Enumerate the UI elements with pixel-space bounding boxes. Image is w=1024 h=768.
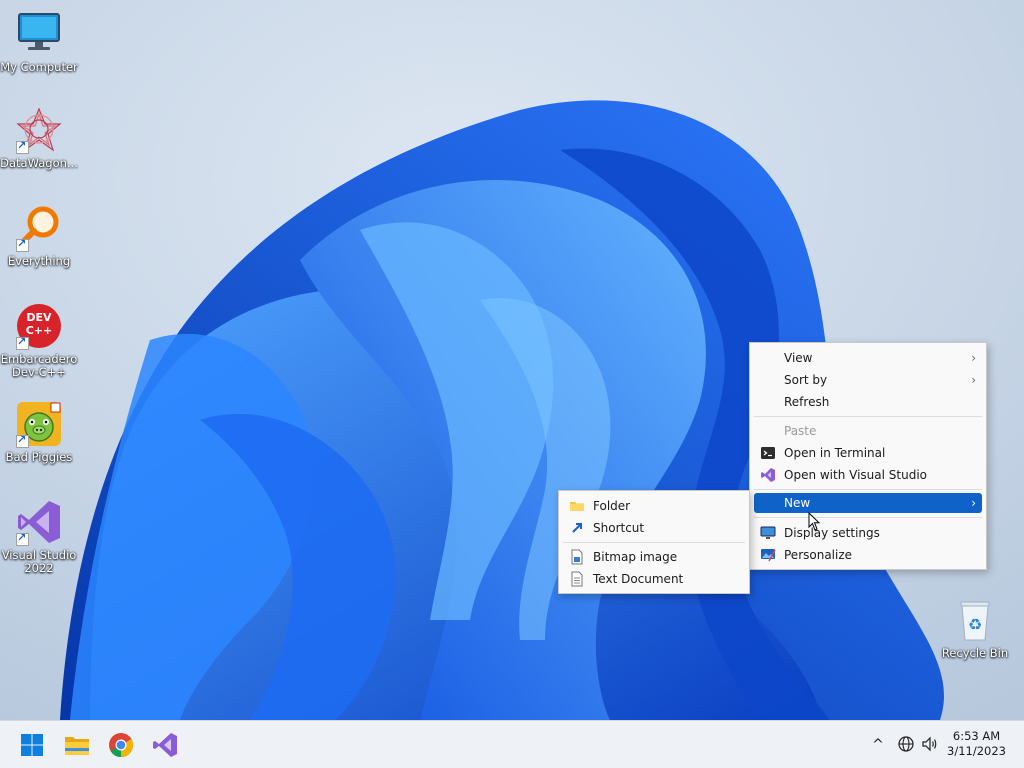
menu-item-label: View — [784, 351, 813, 365]
desktop-icon-bad-piggies[interactable]: Bad Piggies — [0, 400, 78, 464]
new-submenu: Folder Shortcut Bitmap image Text Docume… — [558, 490, 750, 594]
menu-item-sort-by[interactable]: Sort by › — [754, 369, 982, 391]
menu-item-open-in-terminal[interactable]: Open in Terminal — [754, 442, 982, 464]
submenu-item-folder[interactable]: Folder — [563, 495, 745, 517]
desktop-icon-label: Recycle Bin — [941, 646, 1009, 660]
menu-separator — [754, 416, 982, 417]
datawagon-icon — [15, 106, 63, 154]
menu-item-open-with-visual-studio[interactable]: Open with Visual Studio — [754, 464, 982, 486]
clock-time: 6:53 AM — [952, 729, 1001, 743]
desktop-icon-label: Visual Studio 2022 — [1, 548, 77, 575]
desktop-icon-label: My Computer — [0, 60, 78, 74]
desktop-icon-label: DataWagon... — [0, 156, 78, 170]
taskbar: ^ 6:53 AM 3/11/2023 — [0, 720, 1024, 768]
desktop-icon-recycle-bin[interactable]: ♻ Recycle Bin — [936, 596, 1014, 660]
chevron-right-icon: › — [971, 351, 976, 365]
menu-item-label: Open with Visual Studio — [784, 468, 927, 482]
start-button[interactable] — [16, 729, 48, 761]
clock[interactable]: 6:53 AM 3/11/2023 — [947, 729, 1006, 759]
menu-item-display-settings[interactable]: Display settings — [754, 522, 982, 544]
submenu-item-bitmap-image[interactable]: Bitmap image — [563, 546, 745, 568]
menu-item-view[interactable]: View › — [754, 347, 982, 369]
devcpp-icon: DEV C++ — [15, 302, 63, 350]
mouse-cursor-icon — [808, 512, 821, 531]
menu-item-label: Sort by — [784, 373, 828, 387]
taskbar-chrome[interactable] — [105, 729, 137, 761]
menu-item-label: Folder — [593, 499, 631, 513]
desktop-icon-label: Bad Piggies — [5, 450, 73, 464]
visual-studio-icon — [760, 467, 776, 483]
personalize-icon — [760, 547, 776, 563]
submenu-item-text-document[interactable]: Text Document — [563, 568, 745, 590]
menu-item-refresh[interactable]: Refresh — [754, 391, 982, 413]
menu-item-label: Display settings — [784, 526, 880, 540]
desktop-icon-visual-studio[interactable]: Visual Studio 2022 — [0, 498, 78, 575]
menu-item-label: Shortcut — [593, 521, 645, 535]
chevron-up-icon: ^ — [872, 737, 884, 753]
menu-separator — [754, 489, 982, 490]
clock-date: 3/11/2023 — [947, 744, 1006, 758]
chrome-icon — [109, 733, 134, 757]
desktop-icon-label: Everything — [7, 254, 71, 268]
menu-item-label: Personalize — [784, 548, 853, 562]
recycle-bin-icon: ♻ — [951, 596, 999, 644]
desktop[interactable]: My Computer DataWagon... Every — [0, 0, 1024, 720]
svg-text:♻: ♻ — [968, 615, 982, 634]
bitmap-image-icon — [569, 549, 585, 565]
devcpp-icon-text: DEV C++ — [25, 311, 53, 337]
chevron-right-icon: › — [971, 496, 976, 510]
menu-item-paste: Paste — [754, 420, 982, 442]
menu-item-new[interactable]: New › — [754, 493, 982, 513]
visual-studio-icon — [15, 498, 63, 546]
desktop-icon-label: Embarcadero Dev-C++ — [0, 352, 78, 379]
menu-item-label: Open in Terminal — [784, 446, 886, 460]
desktop-icon-my-computer[interactable]: My Computer — [0, 10, 78, 74]
terminal-icon — [760, 445, 776, 461]
shortcut-arrow-icon — [16, 139, 29, 154]
shortcut-arrow-icon — [16, 531, 29, 546]
menu-item-label: Paste — [784, 424, 817, 438]
windows-logo-icon — [21, 734, 43, 756]
menu-item-label: Refresh — [784, 395, 830, 409]
desktop-icon-everything[interactable]: Everything — [0, 204, 78, 268]
show-hidden-icons-button[interactable]: ^ — [868, 735, 888, 755]
volume-icon[interactable] — [920, 735, 940, 755]
menu-item-personalize[interactable]: Personalize — [754, 544, 982, 566]
taskbar-file-explorer[interactable] — [61, 729, 93, 761]
shortcut-arrow-icon — [16, 237, 29, 252]
submenu-item-shortcut[interactable]: Shortcut — [563, 517, 745, 539]
network-icon[interactable] — [896, 735, 916, 755]
display-icon — [760, 525, 776, 541]
menu-item-label: New — [784, 496, 811, 510]
bad-piggies-icon — [15, 400, 63, 448]
text-document-icon — [569, 571, 585, 587]
visual-studio-icon — [153, 733, 177, 757]
menu-item-label: Text Document — [593, 572, 684, 586]
menu-item-label: Bitmap image — [593, 550, 678, 564]
magnifier-icon — [15, 204, 63, 252]
desktop-context-menu: View › Sort by › Refresh Paste Open in T… — [749, 342, 987, 570]
folder-icon — [569, 498, 585, 514]
menu-separator — [754, 517, 982, 518]
taskbar-visual-studio[interactable] — [149, 729, 181, 761]
shortcut-arrow-icon — [16, 433, 29, 448]
computer-icon — [15, 10, 63, 58]
shortcut-arrow-icon — [569, 520, 585, 536]
desktop-icon-devcpp[interactable]: DEV C++ Embarcadero Dev-C++ — [0, 302, 78, 379]
desktop-icon-datawagon[interactable]: DataWagon... — [0, 106, 78, 170]
chevron-right-icon: › — [971, 373, 976, 387]
shortcut-arrow-icon — [16, 335, 29, 350]
menu-separator — [563, 542, 745, 543]
file-explorer-icon — [65, 737, 89, 755]
